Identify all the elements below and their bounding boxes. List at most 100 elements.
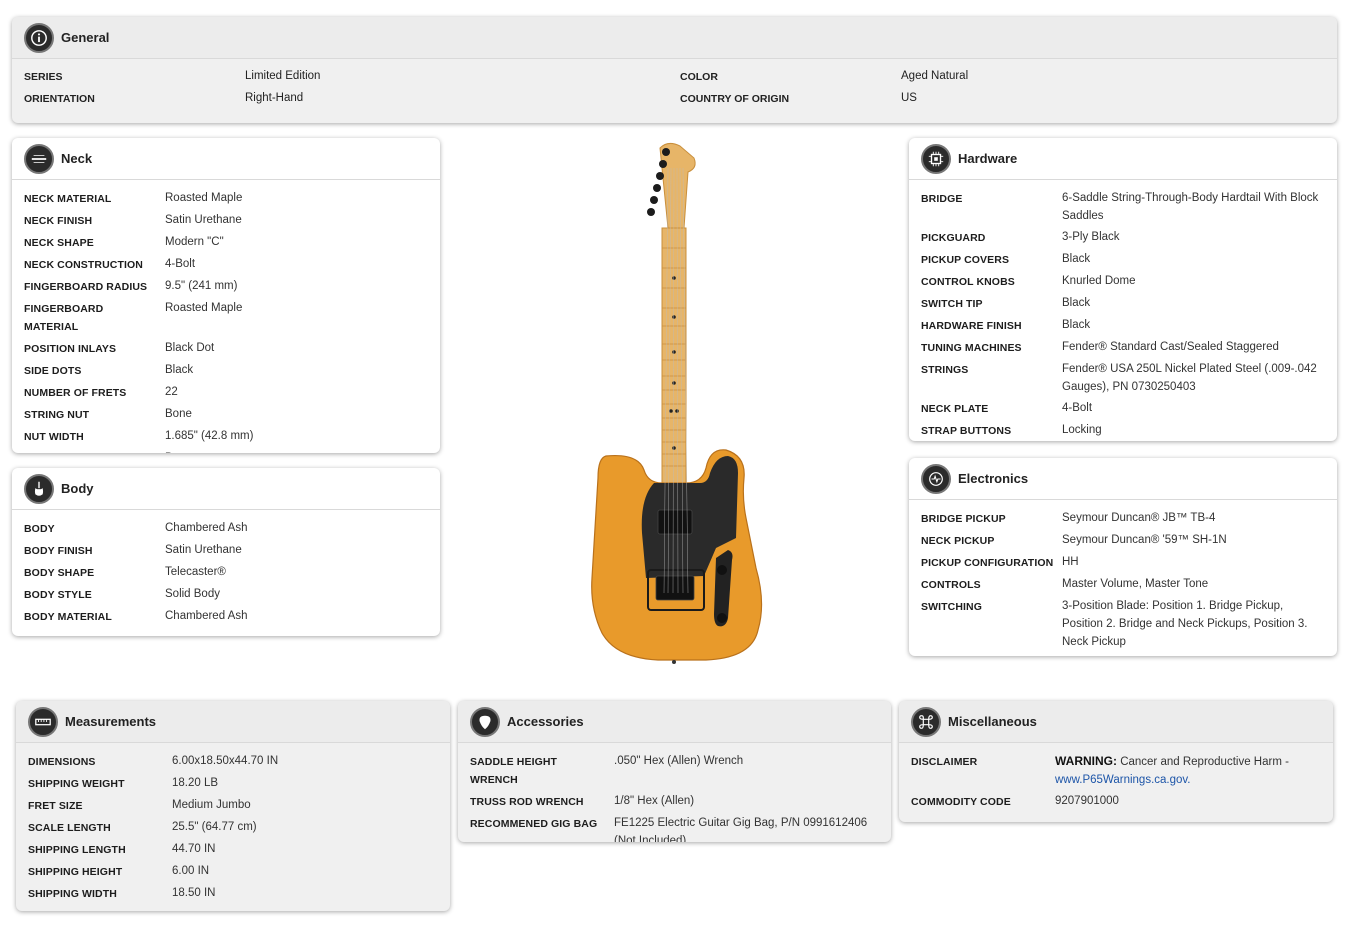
body-card: Body BODY Chambered Ash BODY FINISH Satin U…: [12, 468, 440, 636]
spec-value: Modern "C": [165, 236, 224, 248]
spec-key: SWITCH TIP: [921, 298, 983, 310]
spec-row: STRINGS Fender® USA 250L Nickel Plated St…: [921, 360, 1327, 396]
spec-value: 9.5" (241 mm): [165, 280, 238, 292]
spec-value: Satin Urethane: [165, 214, 242, 226]
spec-value: 44.70 IN: [172, 843, 216, 855]
misc-title: Miscellaneous: [948, 714, 1037, 729]
volume-knob: [717, 565, 727, 575]
spec-row: BRIDGE 6-Saddle String-Through-Body Hardt…: [921, 189, 1327, 225]
spec-row: CONTROL KNOBS Knurled Dome: [921, 272, 1327, 291]
accessories-card: Accessories SADDLE HEIGHT WRENCH .050" He…: [458, 701, 891, 842]
p65-warnings-link[interactable]: www.P65Warnings.ca.gov.: [1055, 774, 1191, 786]
guitar-illustration: [591, 142, 763, 664]
bridge-pickup: [655, 575, 695, 601]
spec-key: HARDWARE FINISH: [921, 320, 1022, 332]
general-card: General SERIES Limited Edition COLOR Age…: [12, 17, 1337, 123]
spec-value: Black Dot: [165, 342, 215, 354]
spec-key: NECK PLATE: [921, 403, 989, 415]
spec-row: BODY Chambered Ash: [24, 519, 440, 538]
spec-key: BODY: [24, 523, 55, 535]
spec-key: CONTROL KNOBS: [921, 276, 1015, 288]
spec-key: STRAP BUTTONS: [921, 425, 1012, 437]
spec-key: STRING NUT: [24, 409, 90, 421]
spec-row: RECOMMENED GIG BAG FE1225 Electric Guitar…: [470, 814, 881, 842]
electronics-header: Electronics: [909, 458, 1337, 500]
spec-row: TRUSS ROD WRENCH 1/8" Hex (Allen): [470, 792, 881, 811]
spec-row: SIDE DOTS Black: [24, 361, 440, 380]
warning-text: Cancer and Reproductive Harm -: [1117, 756, 1289, 768]
spec-value: Aged Natural: [901, 70, 969, 82]
spec-key: SCALE LENGTH: [28, 822, 111, 834]
spec-key: NUT WIDTH: [24, 431, 84, 443]
spec-value: Locking: [1062, 424, 1102, 436]
spec-key: NECK FINISH: [24, 215, 93, 227]
spec-row: BODY SHAPE Telecaster®: [24, 563, 440, 582]
spec-key: BODY FINISH: [24, 545, 93, 557]
spec-value: Limited Edition: [245, 70, 321, 82]
spec-value: 18.20 LB: [172, 777, 219, 789]
strap-button: [672, 660, 676, 664]
info-icon: [24, 22, 54, 53]
spec-row: NECK CONSTRUCTION 4-Bolt: [24, 255, 440, 274]
spec-key: SADDLE HEIGHT WRENCH: [470, 756, 558, 786]
measurements-title: Measurements: [65, 714, 157, 729]
spec-key: SHIPPING WEIGHT: [28, 778, 125, 790]
electronics-card: Electronics BRIDGE PICKUP Seymour Duncan®…: [909, 458, 1337, 656]
spec-value: 6-Saddle String-Through-Body Hardtail Wi…: [1062, 192, 1319, 222]
command-icon: [911, 706, 941, 737]
spec-value: Bone: [165, 449, 192, 453]
spec-row: STRAP BUTTONS Locking: [921, 421, 1327, 440]
spec-value: Satin Urethane: [165, 544, 242, 556]
spec-key: PICKUP CONFIGURATION: [921, 557, 1054, 569]
misc-card: Miscellaneous DISCLAIMER WARNING: Cancer…: [899, 701, 1333, 822]
spec-value: Seymour Duncan® JB™ TB-4: [1062, 512, 1216, 524]
measurements-spec-list: DIMENSIONS 6.00x18.50x44.70 IN SHIPPING WE…: [16, 743, 450, 903]
spec-row: NUT WIDTH 1.685" (42.8 mm): [24, 427, 440, 446]
spec-key: BODY SHAPE: [24, 567, 95, 579]
spec-key: SHIPPING LENGTH: [28, 844, 126, 856]
chip-icon: [921, 143, 951, 174]
spec-key: SWITCHING: [921, 601, 982, 613]
spec-row: STRING NUT Bone: [24, 405, 440, 424]
spec-row: NECK FINISH Satin Urethane: [24, 211, 440, 230]
spec-key: SHIPPING HEIGHT: [28, 866, 123, 878]
headstock: [659, 142, 696, 229]
spec-row: BRIDGE PICKUP Seymour Duncan® JB™ TB-4: [921, 509, 1327, 528]
spec-key: SIDE DOTS: [24, 365, 82, 377]
pick-icon: [470, 706, 500, 737]
spec-value: Fender® USA 250L Nickel Plated Steel (.0…: [1062, 363, 1317, 393]
general-header: General: [12, 17, 1337, 59]
tone-knob: [717, 613, 727, 623]
misc-spec-list: DISCLAIMER WARNING: Cancer and Reproduct…: [899, 743, 1333, 811]
neck-icon: [24, 143, 54, 174]
spec-value: Medium Jumbo: [172, 799, 251, 811]
spec-row: DIMENSIONS 6.00x18.50x44.70 IN: [28, 752, 450, 771]
spec-key: CONTROLS: [921, 579, 981, 591]
spec-value: Master Volume, Master Tone: [1062, 578, 1209, 590]
spec-value: 18.50 IN: [172, 887, 216, 899]
ruler-icon: [28, 706, 58, 737]
spec-row: POSITION INLAYS Black Dot: [24, 339, 440, 358]
spec-row: SWITCH TIP Black: [921, 294, 1327, 313]
spec-key: STRINGS: [921, 364, 969, 376]
hardware-header: Hardware: [909, 138, 1337, 180]
spec-value: FE1225 Electric Guitar Gig Bag, P/N 0991…: [614, 817, 868, 842]
spec-key: BODY MATERIAL: [24, 611, 112, 623]
spec-value: .050" Hex (Allen) Wrench: [614, 755, 744, 767]
accessories-header: Accessories: [458, 701, 891, 743]
spec-key: BRIDGE: [921, 193, 963, 205]
measurements-card: Measurements DIMENSIONS 6.00x18.50x44.70 …: [16, 701, 450, 911]
spec-key: FINGERBOARD MATERIAL: [24, 303, 104, 333]
product-image: [576, 138, 776, 668]
spec-key: BRIDGE PICKUP: [921, 513, 1006, 525]
general-spec-grid: SERIES Limited Edition COLOR Aged Natura…: [12, 59, 1337, 108]
spec-row: SHIPPING WIDTH 18.50 IN: [28, 884, 450, 903]
neck-title: Neck: [61, 151, 93, 166]
spec-value: Roasted Maple: [165, 302, 243, 314]
spec-row: NECK PICKUP Seymour Duncan® '59™ SH-1N: [921, 531, 1327, 550]
general-title: General: [61, 30, 110, 45]
spec-row: PICKUP COVERS Black: [921, 250, 1327, 269]
body-spec-list: BODY Chambered Ash BODY FINISH Satin Uretha…: [12, 510, 440, 626]
spec-value: 1.685" (42.8 mm): [165, 430, 254, 442]
spec-value: Right-Hand: [245, 92, 304, 104]
